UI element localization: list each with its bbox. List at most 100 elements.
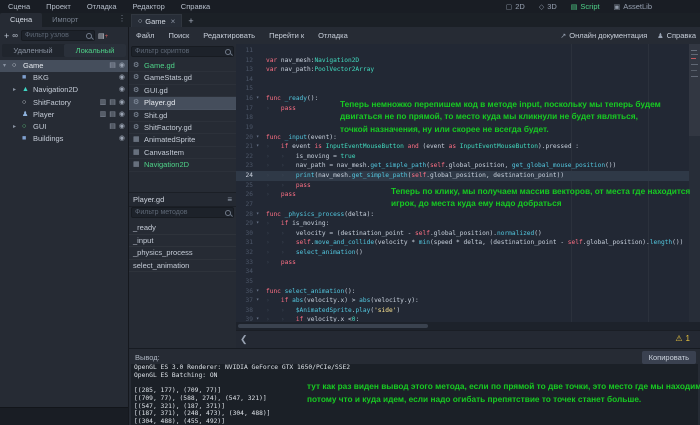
- method-list-item-select_animation[interactable]: select_animation: [129, 260, 236, 273]
- script-list-item-Shit.gd[interactable]: ⚙Shit.gd: [129, 110, 236, 122]
- code-line-28[interactable]: 28▾func _physics_process(delta):: [236, 210, 689, 220]
- mode-tab-Локальный[interactable]: Локальный: [64, 44, 126, 57]
- code-line-36[interactable]: 36▾func select_animation():: [236, 287, 689, 297]
- code-content[interactable]: 1112var nav_mesh:Navigation2D13var nav_p…: [236, 44, 700, 322]
- expand-arrow-icon[interactable]: ▾: [3, 60, 6, 72]
- code-line-15[interactable]: 15: [236, 84, 689, 94]
- script-list-item-GameStats.gd[interactable]: ⚙GameStats.gd: [129, 72, 236, 84]
- code-line-24[interactable]: 24› › print(nav_mesh.get_simple_path(sel…: [236, 171, 689, 181]
- eye-icon[interactable]: ◉: [119, 109, 125, 121]
- dock-tab-Импорт[interactable]: Импорт: [42, 13, 88, 27]
- scene-node-row-BKG[interactable]: ■BKG◉: [0, 72, 128, 84]
- code-line-33[interactable]: 33› pass: [236, 258, 689, 268]
- code-line-22[interactable]: 22› › is_moving = true: [236, 152, 689, 162]
- scene-tab-Game[interactable]: ○Game×: [131, 14, 182, 28]
- method-list-item-_input[interactable]: _input: [129, 235, 236, 248]
- script-menu-Файл[interactable]: Файл: [129, 29, 161, 42]
- code-line-32[interactable]: 32› › select_animation(): [236, 248, 689, 258]
- attach-script-icon[interactable]: ▤+: [98, 32, 108, 40]
- code-line-12[interactable]: 12var nav_mesh:Navigation2D: [236, 56, 689, 66]
- scene-node-row-Game[interactable]: ▾○Game▤◉: [0, 60, 128, 72]
- eye-icon[interactable]: ◉: [119, 133, 125, 145]
- code-line-37[interactable]: 37▾› if abs(velocity.x) > abs(velocity.y…: [236, 296, 689, 306]
- expand-arrow-icon[interactable]: ▸: [13, 84, 16, 96]
- collapse-scripts-panel-icon[interactable]: ❮: [240, 334, 248, 345]
- fold-arrow-icon[interactable]: ▾: [256, 142, 259, 152]
- scene-node-row-ShitFactory[interactable]: ○ShitFactory▥▤◉: [0, 97, 128, 109]
- code-line-38[interactable]: 38› › $AnimatedSprite.play('side'): [236, 306, 689, 316]
- menu-Справка[interactable]: Справка: [173, 0, 218, 13]
- menu-Отладка[interactable]: Отладка: [79, 0, 125, 13]
- script-menu-Перейти к[interactable]: Перейти к: [262, 29, 311, 42]
- code-line-35[interactable]: 35: [236, 277, 689, 287]
- eye-icon[interactable]: ◉: [119, 84, 125, 96]
- eye-icon[interactable]: ◉: [119, 121, 125, 133]
- workspace-button-assetlib[interactable]: ▣AssetLib: [609, 2, 657, 11]
- code-minimap[interactable]: [689, 44, 700, 322]
- filter-scripts-input[interactable]: [131, 46, 234, 57]
- script-icon[interactable]: ▤: [109, 60, 116, 72]
- code-line-31[interactable]: 31› › self.move_and_collide(velocity * m…: [236, 238, 689, 248]
- instance-scene-icon[interactable]: ∞: [12, 31, 18, 40]
- script-list-item-Navigation2D[interactable]: ▦Navigation2D: [129, 159, 236, 171]
- copy-button[interactable]: Копировать: [642, 351, 696, 364]
- script-menu-Редактировать[interactable]: Редактировать: [196, 29, 262, 42]
- fold-arrow-icon[interactable]: ▾: [256, 315, 259, 322]
- close-icon[interactable]: ×: [171, 17, 176, 26]
- eye-icon[interactable]: ◉: [119, 72, 125, 84]
- method-list-item-_ready[interactable]: _ready: [129, 222, 236, 235]
- movie-icon[interactable]: ▥: [100, 109, 107, 121]
- script-menu-Отладка[interactable]: Отладка: [311, 29, 355, 42]
- scene-node-row-Player[interactable]: ♟Player▥▤◉: [0, 109, 128, 121]
- script-list-item-GUI.gd[interactable]: ⚙GUI.gd: [129, 85, 236, 97]
- filter-nodes-input[interactable]: [21, 30, 95, 41]
- script-list-item-ShitFactory.gd[interactable]: ⚙ShitFactory.gd: [129, 122, 236, 134]
- scene-node-row-Navigation2D[interactable]: ▸▲Navigation2D◉: [0, 84, 128, 96]
- button-help[interactable]: ♟Справка: [657, 31, 696, 40]
- code-line-30[interactable]: 30› › velocity = (destination_point - se…: [236, 229, 689, 239]
- new-scene-tab-button[interactable]: +: [182, 16, 199, 26]
- code-line-23[interactable]: 23› › nav_path = nav_mesh.get_simple_pat…: [236, 161, 689, 171]
- horizontal-scrollbar[interactable]: [236, 322, 700, 330]
- script-list-item-AnimatedSprite[interactable]: ▦AnimatedSprite: [129, 134, 236, 146]
- scene-node-row-Buildings[interactable]: ■Buildings◉: [0, 133, 128, 145]
- eye-icon[interactable]: ◉: [119, 97, 125, 109]
- code-line-11[interactable]: 11: [236, 46, 689, 56]
- eye-icon[interactable]: ◉: [119, 60, 125, 72]
- filter-methods-input[interactable]: [131, 207, 234, 218]
- add-node-icon[interactable]: +: [4, 31, 9, 41]
- fold-arrow-icon[interactable]: ▾: [256, 219, 259, 229]
- code-line-34[interactable]: 34: [236, 267, 689, 277]
- scene-node-row-GUI[interactable]: ▸○GUI▤◉: [0, 121, 128, 133]
- workspace-button-3d[interactable]: ◇3D: [534, 2, 562, 11]
- fold-arrow-icon[interactable]: ▾: [256, 287, 259, 297]
- method-list-item-_physics_process[interactable]: _physics_process: [129, 247, 236, 260]
- fold-arrow-icon[interactable]: ▾: [256, 94, 259, 104]
- movie-icon[interactable]: ▥: [100, 97, 107, 109]
- button-online-docs[interactable]: ↗Онлайн документация: [560, 31, 647, 40]
- code-line-14[interactable]: 14: [236, 75, 689, 85]
- mode-tab-Удаленный[interactable]: Удаленный: [2, 44, 64, 57]
- code-line-29[interactable]: 29▾› if is_moving:: [236, 219, 689, 229]
- code-line-21[interactable]: 21▾› if event is InputEventMouseButton a…: [236, 142, 689, 152]
- fold-arrow-icon[interactable]: ▾: [256, 296, 259, 306]
- script-list-item-Player.gd[interactable]: ⚙Player.gd: [129, 97, 236, 109]
- workspace-button-2d[interactable]: ▢2D: [501, 2, 530, 11]
- script-icon[interactable]: ▤: [109, 121, 116, 133]
- script-menu-Поиск[interactable]: Поиск: [161, 29, 196, 42]
- workspace-button-script[interactable]: ▤Script: [566, 2, 605, 11]
- code-line-13[interactable]: 13var nav_path:PoolVector2Array: [236, 65, 689, 75]
- fold-arrow-icon[interactable]: ▾: [256, 210, 259, 220]
- menu-Редактор[interactable]: Редактор: [125, 0, 173, 13]
- script-list-item-CanvasItem[interactable]: ▦CanvasItem: [129, 147, 236, 159]
- fold-arrow-icon[interactable]: ▾: [256, 133, 259, 143]
- expand-arrow-icon[interactable]: ▸: [13, 121, 16, 133]
- script-list-item-Game.gd[interactable]: ⚙Game.gd: [129, 60, 236, 72]
- menu-Проект[interactable]: Проект: [38, 0, 79, 13]
- warnings-indicator[interactable]: ⚠ 1: [675, 334, 690, 343]
- script-icon[interactable]: ▤: [109, 109, 116, 121]
- script-icon[interactable]: ▤: [109, 97, 116, 109]
- dock-tab-Сцена[interactable]: Сцена: [0, 13, 42, 27]
- code-line-39[interactable]: 39▾› › if velocity.x <0:: [236, 315, 689, 322]
- sort-methods-icon[interactable]: ≡: [227, 193, 232, 206]
